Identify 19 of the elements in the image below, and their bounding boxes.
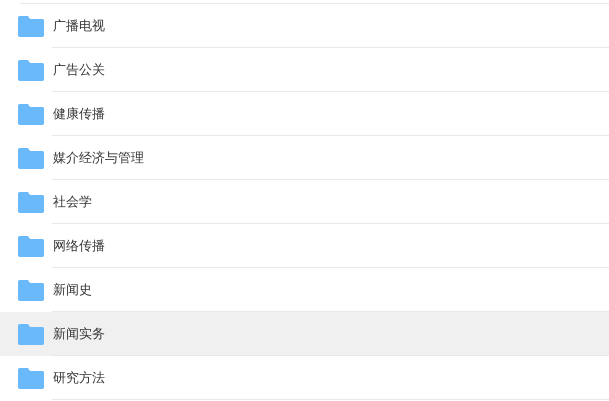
folder-icon	[18, 59, 44, 81]
folder-icon	[18, 103, 44, 125]
folder-icon	[18, 15, 44, 37]
folder-icon	[18, 191, 44, 213]
folder-name: 新闻史	[53, 282, 92, 298]
folder-item[interactable]: 新闻实务	[0, 312, 609, 356]
folder-name: 研究方法	[53, 370, 105, 386]
folder-name: 社会学	[53, 194, 92, 210]
folder-icon	[18, 367, 44, 389]
folder-icon	[18, 235, 44, 257]
folder-name: 新闻实务	[53, 326, 105, 342]
folder-name: 广播电视	[53, 18, 105, 34]
folder-icon	[18, 279, 44, 301]
folder-name: 广告公关	[53, 62, 105, 78]
folder-name: 网络传播	[53, 238, 105, 254]
folder-icon	[18, 323, 44, 345]
folder-name: 媒介经济与管理	[53, 150, 144, 166]
folder-name: 健康传播	[53, 106, 105, 122]
folder-icon	[18, 147, 44, 169]
